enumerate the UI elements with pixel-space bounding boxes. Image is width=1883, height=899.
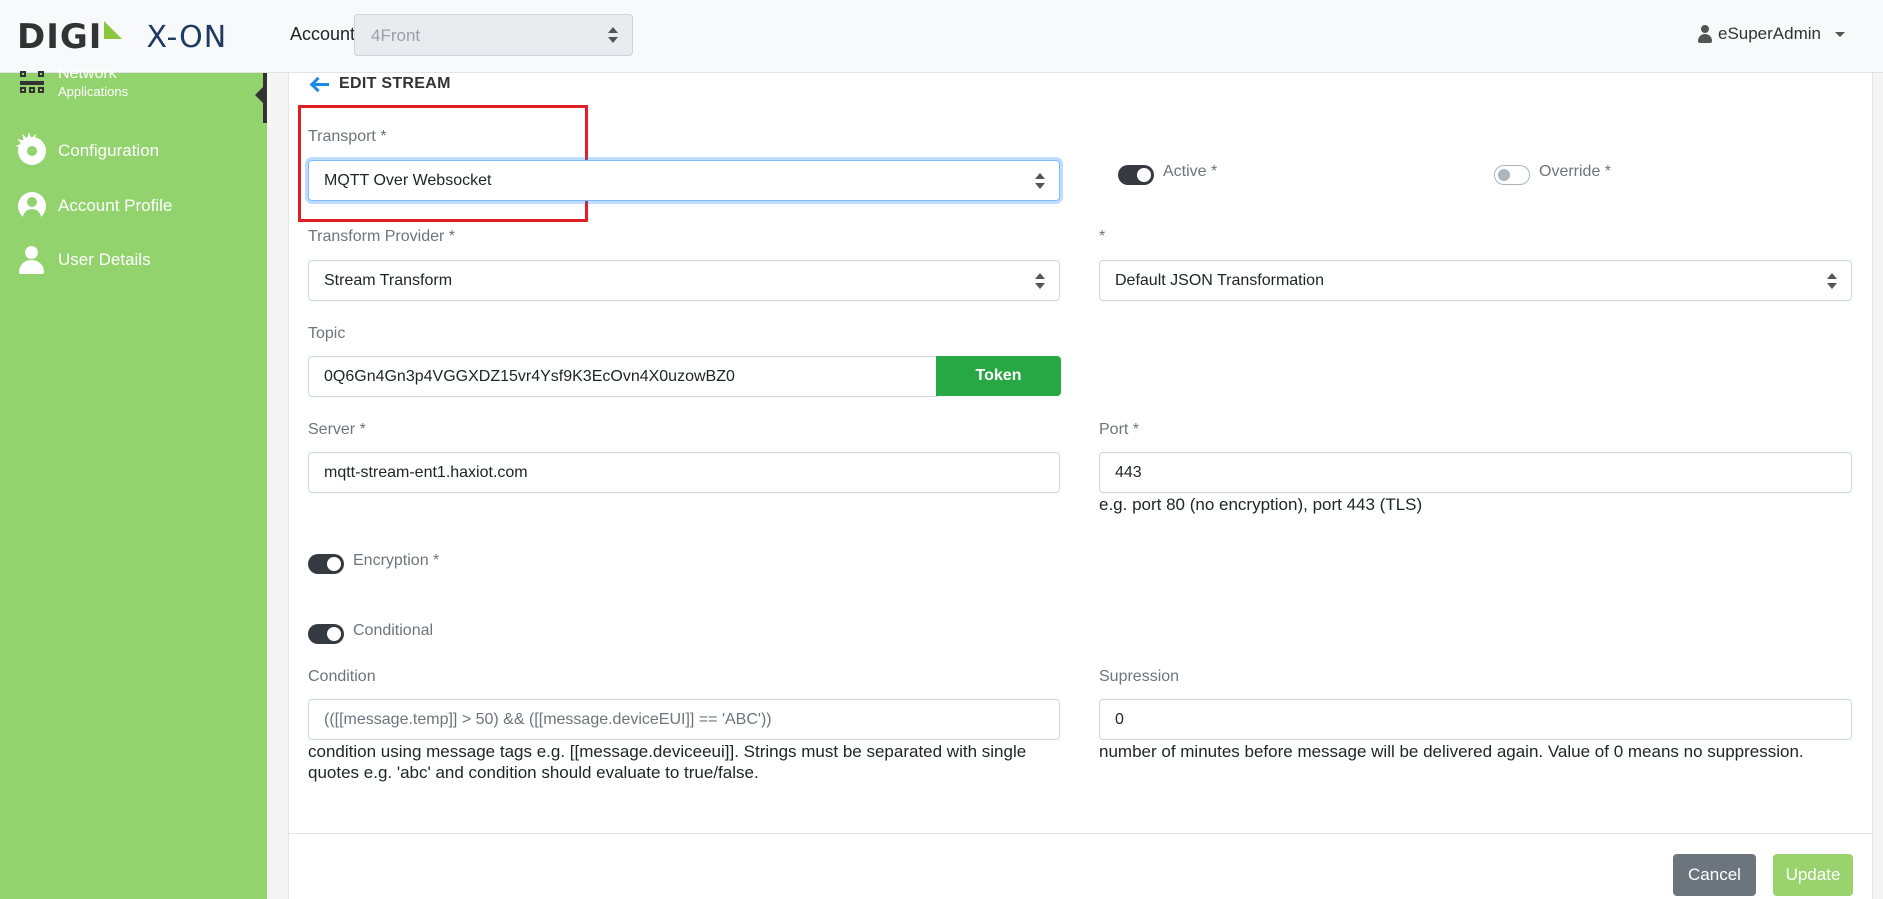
select-arrows-icon (1827, 272, 1837, 289)
override-label: Override * (1539, 163, 1612, 180)
caret-down-icon (1835, 31, 1845, 37)
cancel-button[interactable]: Cancel (1673, 854, 1756, 896)
select-arrows-icon (608, 27, 618, 43)
topic-label: Topic (308, 325, 346, 342)
logo-triangle-icon (104, 21, 123, 39)
condition-hint-line2: quotes e.g. 'abc' and condition should e… (308, 763, 759, 782)
account-circle-icon (18, 192, 46, 220)
sidebar-item-sublabel: Applications (58, 84, 129, 99)
top-bar: DIGI X-ON Account 4Front eSuperAdmin (0, 0, 1883, 73)
supression-label: Supression (1099, 668, 1180, 685)
override-toggle[interactable] (1494, 165, 1530, 185)
server-input[interactable]: mqtt-stream-ent1.haxiot.com (308, 452, 1060, 493)
port-value: 443 (1115, 464, 1142, 481)
select-arrows-icon (1035, 172, 1045, 189)
gear-icon (14, 129, 46, 165)
edit-stream-panel: EDIT STREAM Transport * MQTT Over Websoc… (288, 73, 1873, 899)
encryption-toggle[interactable] (308, 554, 344, 574)
account-label: Account (290, 24, 356, 44)
server-value: mqtt-stream-ent1.haxiot.com (324, 464, 528, 481)
supression-value: 0 (1115, 711, 1124, 728)
account-select-value: 4Front (371, 26, 421, 45)
sidebar-collapse-handle[interactable] (255, 73, 267, 123)
sidebar-item-label: Account Profile (58, 196, 173, 215)
footer-divider (289, 833, 1872, 834)
token-button[interactable]: Token (936, 356, 1061, 396)
conditional-toggle[interactable] (308, 624, 344, 644)
condition-input[interactable]: (([[message.temp]] > 50) && ([[message.d… (308, 699, 1060, 740)
transport-label: Transport * (308, 128, 387, 145)
user-icon (1697, 25, 1712, 43)
port-label: Port * (1099, 421, 1140, 438)
sidebar-item-label: User Details (58, 250, 151, 269)
encryption-label: Encryption * (353, 552, 440, 569)
network-icon (18, 69, 46, 97)
select-arrows-icon (1035, 272, 1045, 289)
sidebar-item-label: Configuration (58, 141, 160, 160)
transform-value: Default JSON Transformation (1115, 272, 1324, 289)
port-input[interactable]: 443 (1099, 452, 1852, 493)
sidebar-item-label: Network (58, 65, 117, 82)
topic-input[interactable]: 0Q6Gn4Gn3p4VGGXDZ15vr4Ysf9K3EcOvn4X0uzow… (308, 356, 938, 397)
port-hint: e.g. port 80 (no encryption), port 443 (… (1099, 495, 1423, 514)
transport-select-value: MQTT Over Websocket (324, 172, 492, 189)
user-icon (18, 246, 46, 274)
active-toggle[interactable] (1118, 165, 1154, 185)
supression-hint: number of minutes before message will be… (1099, 742, 1804, 761)
sidebar-item-configuration[interactable]: Configuration (14, 129, 160, 165)
sidebar: Network Applications Configuration Accou… (0, 65, 267, 899)
transport-select[interactable]: MQTT Over Websocket (308, 160, 1060, 201)
transform-provider-label: Transform Provider * (308, 228, 455, 245)
digi-xon-logo[interactable]: DIGI X-ON (17, 17, 228, 57)
transform-provider-value: Stream Transform (324, 272, 453, 289)
sidebar-item-network-applications[interactable]: Network Applications (18, 65, 128, 101)
transform-provider-select[interactable]: Stream Transform (308, 260, 1060, 301)
update-button[interactable]: Update (1773, 854, 1853, 896)
transform-select[interactable]: Default JSON Transformation (1099, 260, 1852, 301)
active-label: Active * (1163, 163, 1218, 180)
server-label: Server * (308, 421, 366, 438)
sidebar-item-user-details[interactable]: User Details (18, 246, 151, 274)
sidebar-item-account-profile[interactable]: Account Profile (18, 192, 172, 220)
logo-xon-text: X-ON (146, 19, 228, 55)
condition-placeholder: (([[message.temp]] > 50) && ([[message.d… (324, 711, 772, 728)
conditional-label: Conditional (353, 622, 434, 639)
page-title: EDIT STREAM (339, 75, 451, 92)
supression-input[interactable]: 0 (1099, 699, 1852, 740)
logo-digi-text: DIGI (17, 17, 103, 57)
back-arrow-icon[interactable] (309, 75, 330, 95)
user-menu[interactable]: eSuperAdmin (1697, 24, 1845, 44)
condition-hint-line1: condition using message tags e.g. [[mess… (308, 742, 1027, 761)
account-select[interactable]: 4Front (354, 14, 633, 56)
user-name: eSuperAdmin (1717, 24, 1821, 43)
condition-label: Condition (308, 668, 376, 685)
transform-label: * (1099, 228, 1106, 245)
topic-value: 0Q6Gn4Gn3p4VGGXDZ15vr4Ysf9K3EcOvn4X0uzow… (324, 368, 735, 385)
